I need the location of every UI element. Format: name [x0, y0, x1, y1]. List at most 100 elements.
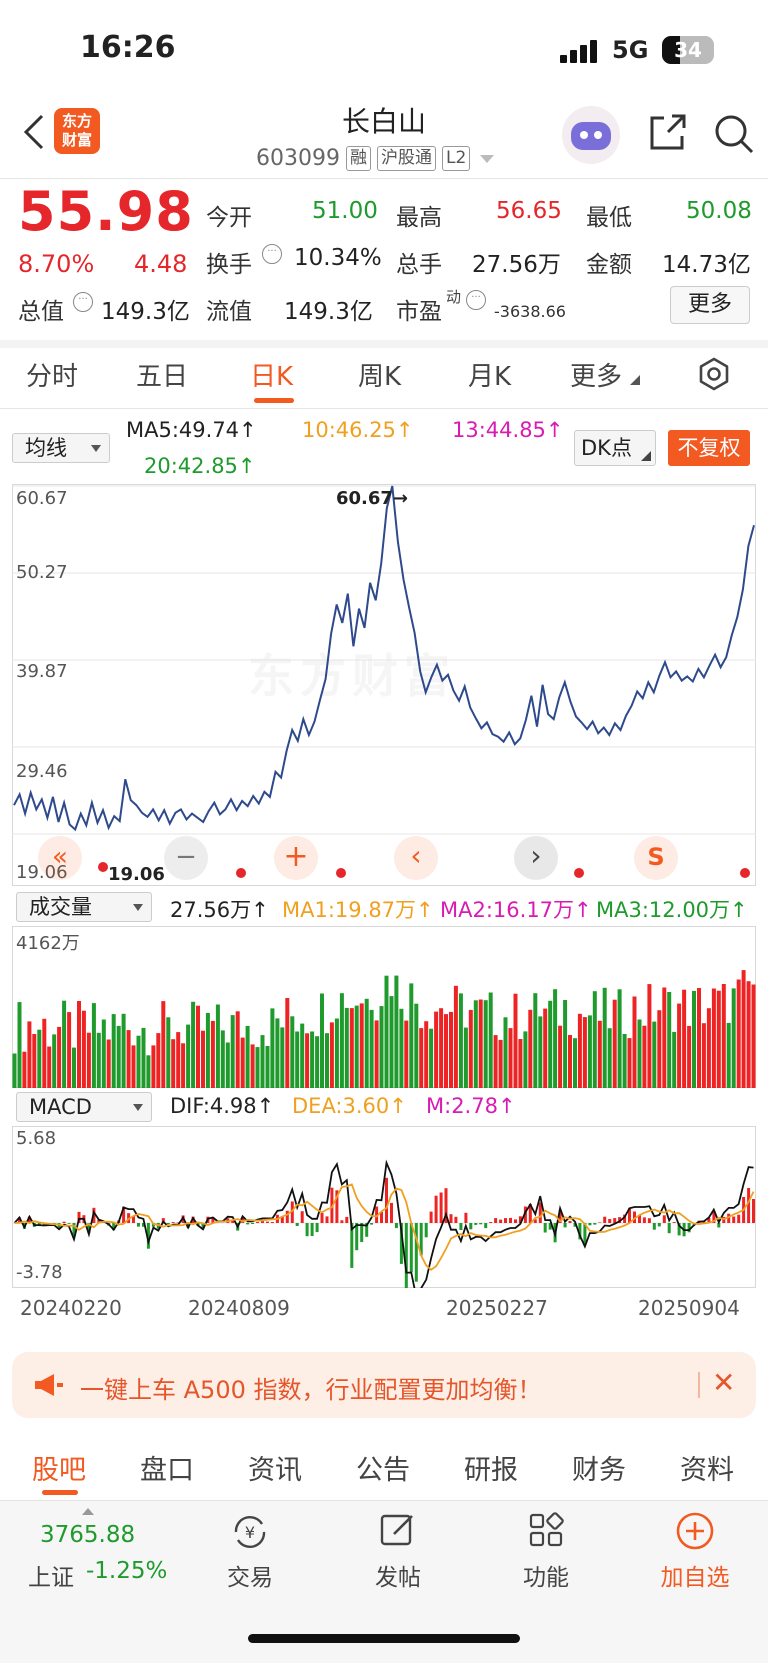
macd-bar — [672, 1222, 676, 1223]
volume-bar — [647, 984, 652, 1088]
tab-financials[interactable]: 财务 — [572, 1448, 626, 1487]
low-value: 50.08 — [686, 198, 752, 224]
more-button[interactable]: 更多 — [670, 286, 750, 324]
fullscreen-s-icon[interactable]: S — [634, 836, 678, 880]
macd-indicator-select[interactable]: MACD — [16, 1092, 152, 1122]
step-forward-icon[interactable]: › — [514, 836, 558, 880]
tab-research[interactable]: 研报 — [464, 1448, 518, 1487]
tab-profile[interactable]: 资料 — [680, 1448, 734, 1487]
volume-value: 27.56万 — [472, 252, 561, 278]
macd-bar — [662, 1215, 666, 1223]
info-icon[interactable]: ··· — [262, 244, 282, 264]
tab-daily-k[interactable]: 日K — [250, 356, 293, 393]
tabbar-post[interactable]: 发帖 — [358, 1558, 438, 1592]
volume-bar — [359, 1003, 364, 1088]
macd-bar — [434, 1195, 438, 1223]
volume-bar — [642, 1025, 647, 1088]
indicator-select[interactable]: 均线 — [12, 433, 110, 463]
volume-bar — [508, 1028, 513, 1088]
volume-bar — [384, 975, 389, 1088]
volume-bar — [171, 1039, 176, 1088]
pe-sup: 动 — [446, 288, 462, 306]
tab-forum[interactable]: 股吧 — [32, 1448, 86, 1487]
macd-bar — [484, 1223, 488, 1229]
volume-bar — [379, 1006, 384, 1088]
macd-bar — [568, 1221, 572, 1223]
tabbar-trade[interactable]: 交易 — [210, 1558, 290, 1592]
macd-bar — [464, 1212, 468, 1223]
x-tick-2: 20240809 — [188, 1296, 290, 1320]
volume-bar — [320, 993, 324, 1088]
svg-text:¥: ¥ — [245, 1523, 255, 1542]
volume-bar — [62, 1000, 67, 1088]
volume-bar — [701, 1023, 706, 1088]
volume-bar — [354, 1005, 359, 1088]
vol-ma3-legend: MA3:12.00万↑ — [596, 898, 748, 922]
volume-bar — [493, 1035, 498, 1088]
stock-code-row[interactable]: 603099 融 沪股通 L2 — [256, 146, 495, 171]
volume-bar — [339, 993, 344, 1088]
dk-point-select[interactable]: DK点 — [574, 430, 656, 466]
macd-chart[interactable] — [12, 1126, 756, 1288]
volume-bar — [47, 1046, 52, 1088]
volume-bar — [503, 1017, 508, 1088]
volume-bar — [548, 1000, 553, 1088]
share-icon[interactable] — [646, 112, 688, 154]
macd-bar — [474, 1223, 478, 1225]
tab-announcements[interactable]: 公告 — [356, 1448, 410, 1487]
tag-margin: 融 — [345, 146, 371, 171]
tab-weekly-k[interactable]: 周K — [358, 356, 401, 393]
tab-news[interactable]: 资讯 — [248, 1448, 302, 1487]
volume-bar — [463, 1027, 468, 1088]
add-watchlist-icon[interactable] — [674, 1510, 716, 1552]
volume-bar — [201, 1030, 205, 1088]
volume-bar — [111, 1014, 116, 1088]
zoom-in-icon[interactable]: + — [274, 836, 318, 880]
volume-bar — [275, 1018, 280, 1088]
signal-dot — [336, 868, 346, 878]
volume-label: 总手 — [396, 252, 442, 278]
trade-icon[interactable]: ¥ — [228, 1512, 272, 1552]
volume-bar — [126, 1030, 131, 1088]
m-legend: M:2.78↑ — [426, 1094, 516, 1118]
volume-bar — [196, 1005, 200, 1088]
price-chart[interactable] — [12, 484, 756, 886]
tab-order-book[interactable]: 盘口 — [140, 1448, 194, 1487]
index-value[interactable]: 3765.88 — [40, 1522, 135, 1548]
no-adjust-button[interactable]: 不复权 — [668, 430, 750, 466]
macd-bar — [424, 1223, 428, 1238]
tab-more[interactable]: 更多 — [570, 356, 622, 393]
volume-bar — [697, 988, 701, 1088]
volume-chart[interactable] — [12, 926, 756, 1088]
volume-bar — [731, 988, 736, 1088]
info-icon[interactable]: ··· — [466, 290, 486, 310]
tabbar-add-watchlist[interactable]: 加自选 — [650, 1558, 740, 1592]
volume-bar — [607, 1028, 612, 1088]
step-back-icon[interactable]: ‹ — [394, 836, 438, 880]
info-icon[interactable]: ··· — [73, 292, 93, 312]
volume-bar — [404, 1020, 409, 1088]
market-cap-value: 149.3亿 — [101, 299, 190, 325]
apps-grid-icon[interactable] — [526, 1510, 566, 1550]
zoom-out-icon[interactable]: − — [164, 836, 208, 880]
amount-label: 金额 — [586, 252, 632, 278]
edit-post-icon[interactable] — [378, 1510, 418, 1550]
volume-indicator-select[interactable]: 成交量 — [16, 892, 152, 922]
rewind-icon[interactable]: « — [38, 836, 82, 880]
float-cap-label: 流值 — [206, 299, 252, 325]
tab-five-day[interactable]: 五日 — [136, 356, 188, 393]
volume-bar — [721, 984, 726, 1088]
tab-monthly-k[interactable]: 月K — [468, 356, 511, 393]
tab-intraday[interactable]: 分时 — [26, 356, 78, 393]
volume-bar — [627, 1038, 632, 1088]
close-icon[interactable]: ✕ — [712, 1366, 735, 1399]
macd-min-label: -3.78 — [16, 1262, 63, 1283]
tabbar-functions[interactable]: 功能 — [506, 1558, 586, 1592]
volume-bar — [419, 1028, 424, 1088]
search-icon[interactable] — [712, 112, 756, 156]
macd-bar — [459, 1223, 463, 1230]
gear-icon[interactable] — [696, 356, 732, 392]
assistant-robot-icon[interactable] — [562, 106, 620, 164]
active-bottom-tab-indicator — [42, 1490, 78, 1495]
expand-up-icon[interactable] — [82, 1508, 94, 1515]
